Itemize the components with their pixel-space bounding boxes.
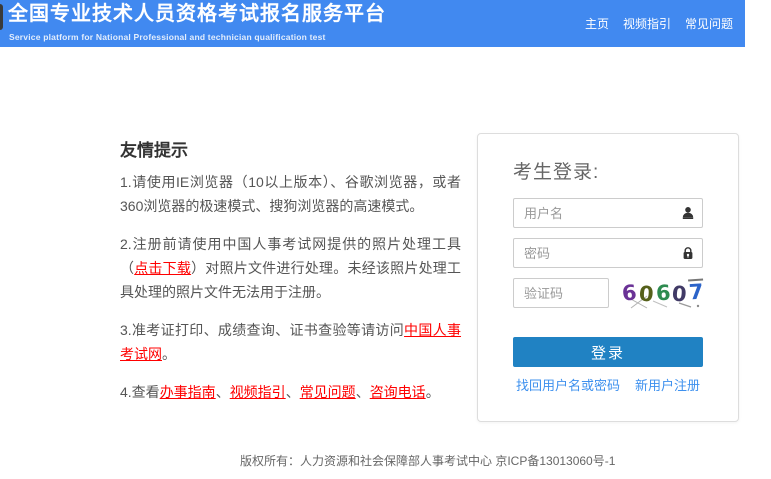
captcha-digit: 0: [638, 283, 654, 305]
captcha-digits: 60607: [623, 277, 703, 309]
login-links-row: 找回用户名或密码 新用户注册: [513, 375, 703, 394]
password-field-wrapper: [513, 238, 703, 268]
text-segment: 、: [356, 384, 370, 400]
username-field-wrapper: [513, 198, 703, 228]
captcha-field-wrapper: [513, 278, 609, 308]
text-segment: 1.请使用IE浏览器（10以上版本）、谷歌浏览器，或者360浏览器的极速模式、搜…: [120, 174, 461, 214]
phone-link[interactable]: 咨询电话: [370, 384, 426, 400]
tip-paragraph-3: 3.准考证打印、成绩查询、证书查验等请访问中国人事考试网。: [120, 318, 461, 366]
nav-home[interactable]: 主页: [585, 15, 609, 32]
text-segment: 、: [286, 384, 300, 400]
service-guide-link[interactable]: 办事指南: [160, 384, 216, 400]
captcha-digit: 0: [671, 283, 687, 305]
screen-edge-artifact: [0, 4, 3, 30]
captcha-digit: 7: [688, 279, 704, 304]
footer-copyright: 版权所有：人力资源和社会保障部人事考试中心 京ICP备13013060号-1: [240, 452, 615, 469]
site-subtitle: Service platform for National Profession…: [9, 32, 326, 42]
tip-paragraph-2: 2.注册前请使用中国人事考试网提供的照片处理工具（点击下载）对照片文件进行处理。…: [120, 232, 461, 304]
login-heading: 考生登录:: [513, 161, 703, 185]
password-input[interactable]: [513, 238, 703, 268]
captcha-input[interactable]: [513, 278, 609, 308]
download-photo-tool-link[interactable]: 点击下载: [134, 260, 191, 276]
tips-heading: 友情提示: [120, 136, 461, 161]
text-segment: 、: [216, 384, 230, 400]
username-input[interactable]: [513, 198, 703, 228]
site-title: 全国专业技术人员资格考试报名服务平台: [8, 0, 386, 26]
text-segment: 。: [426, 384, 440, 400]
faq-link[interactable]: 常见问题: [300, 384, 356, 400]
register-link[interactable]: 新用户注册: [635, 375, 700, 394]
login-panel: 考生登录: 60607: [477, 133, 739, 422]
captcha-digit: 6: [621, 282, 638, 304]
forgot-credentials-link[interactable]: 找回用户名或密码: [516, 375, 620, 394]
video-guide-link[interactable]: 视频指引: [230, 384, 286, 400]
nav-faq[interactable]: 常见问题: [685, 15, 733, 32]
header: 全国专业技术人员资格考试报名服务平台 Service platform for …: [0, 0, 745, 47]
nav-video-guide[interactable]: 视频指引: [623, 15, 671, 32]
tip-paragraph-1: 1.请使用IE浏览器（10以上版本）、谷歌浏览器，或者360浏览器的极速模式、搜…: [120, 170, 461, 218]
captcha-digit: 6: [655, 282, 671, 304]
text-segment: 3.准考证打印、成绩查询、证书查验等请访问: [120, 322, 404, 338]
user-icon: [681, 206, 695, 220]
text-segment: 4.查看: [120, 384, 160, 400]
text-segment: 。: [162, 346, 176, 362]
captcha-row: 60607: [513, 278, 703, 308]
captcha-image[interactable]: 60607: [623, 277, 703, 309]
tips-section: 友情提示 1.请使用IE浏览器（10以上版本）、谷歌浏览器，或者360浏览器的极…: [120, 136, 461, 418]
login-button[interactable]: 登录: [513, 337, 703, 367]
header-nav: 主页 视频指引 常见问题: [585, 15, 733, 32]
lock-icon: [681, 246, 695, 260]
tip-paragraph-4: 4.查看办事指南、视频指引、常见问题、咨询电话。: [120, 380, 461, 404]
